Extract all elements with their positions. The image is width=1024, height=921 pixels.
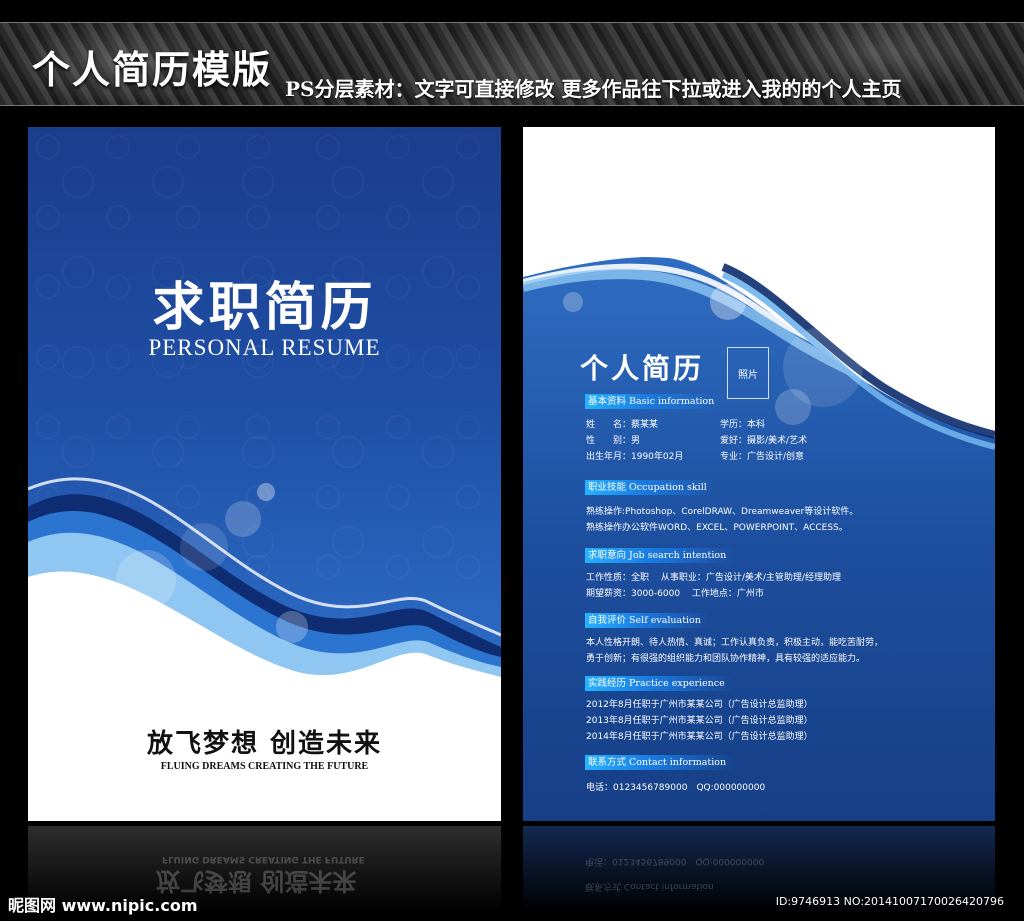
intent-line-2: 期望薪资：3000-6000 工作地点：广州市 bbox=[586, 589, 764, 599]
section-contact-heading: 联系方式 Contact information bbox=[585, 755, 735, 770]
practice-line-1: 2012年8月任职于广州市某某公司（广告设计总监助理） bbox=[586, 700, 813, 710]
watermark-left: 昵图网 www.nipic.com bbox=[8, 896, 198, 915]
contact-line-1: 电话：0123456789000 QQ:000000000 bbox=[586, 783, 766, 793]
self-line-1: 本人性格开朗、待人热情、真诚；工作认真负责，积极主动，能吃苦耐劳， bbox=[586, 638, 884, 648]
cover-slogan: 放飞梦想 创造未来 bbox=[146, 729, 383, 759]
basic-name: 姓 名：蔡某某 bbox=[586, 420, 659, 430]
photo-placeholder: 照片 bbox=[727, 347, 769, 399]
basic-education: 学历：本科 bbox=[720, 420, 766, 430]
section-basic-heading: 基本资料 Basic information bbox=[585, 394, 723, 409]
banner-title: 个人简历模版 bbox=[32, 47, 273, 92]
banner-subtitle: PS分层素材：文字可直接修改 更多作品往下拉或进入我的的个人主页 bbox=[285, 77, 902, 101]
cover-wave-graphic bbox=[28, 477, 501, 821]
self-line-2: 勇于创新；有很强的组织能力和团队协作精神，具有较强的适应能力。 bbox=[586, 654, 866, 664]
resume-reflection-contact: 电话：0123456789000 QQ:000000000 bbox=[585, 856, 765, 866]
top-banner: 个人简历模版 PS分层素材：文字可直接修改 更多作品往下拉或进入我的的个人主页 bbox=[0, 22, 1024, 106]
cover-page: 求职简历 PERSONAL RESUME 放飞梦想 创造未来 FLUING DR… bbox=[28, 127, 501, 821]
section-practice-heading: 实践经历 Practice experience bbox=[585, 676, 733, 691]
basic-gender: 性 别：男 bbox=[586, 436, 641, 446]
section-intent-heading: 求职意向 Job search intention bbox=[585, 548, 735, 563]
intent-line-1: 工作性质：全职 从事职业：广告设计/美术/主管助理/经理助理 bbox=[586, 573, 841, 583]
practice-line-2: 2013年8月任职于广州市某某公司（广告设计总监助理） bbox=[586, 716, 813, 726]
section-self-heading: 自我评价 Self evaluation bbox=[585, 613, 709, 628]
basic-birth: 出生年月：1990年02月 bbox=[586, 452, 684, 462]
cover-slogan-english: FLUING DREAMS CREATING THE FUTURE bbox=[160, 761, 369, 772]
basic-hobby: 爱好：摄影/美术/艺术 bbox=[720, 436, 808, 446]
cover-reflection-slogan-en: FLUING DREAMS CREATING THE FUTURE bbox=[162, 854, 365, 864]
resume-title: 个人简历 bbox=[580, 352, 705, 385]
skill-line-1: 熟练操作:Photoshop、CorelDRAW、Dreamweaver等设计软… bbox=[586, 507, 859, 517]
resume-reflection-contact-heading: 联系方式 Contact information bbox=[585, 881, 714, 891]
basic-major: 专业：广告设计/创意 bbox=[720, 452, 805, 462]
cover-title: 求职简历 bbox=[152, 277, 377, 338]
cover-subtitle: PERSONAL RESUME bbox=[148, 335, 381, 360]
section-skill-heading: 职业技能 Occupation skill bbox=[585, 480, 715, 495]
watermark-right: ID:9746913 NO:20141007170026420796 bbox=[775, 895, 1004, 908]
resume-page: 个人简历 照片 基本资料 Basic information 姓 名：蔡某某 性… bbox=[523, 127, 995, 821]
skill-line-2: 熟练操作办公软件WORD、EXCEL、POWERPOINT、ACCESS。 bbox=[586, 523, 848, 533]
practice-line-3: 2014年8月任职于广州市某某公司（广告设计总监助理） bbox=[586, 732, 813, 742]
